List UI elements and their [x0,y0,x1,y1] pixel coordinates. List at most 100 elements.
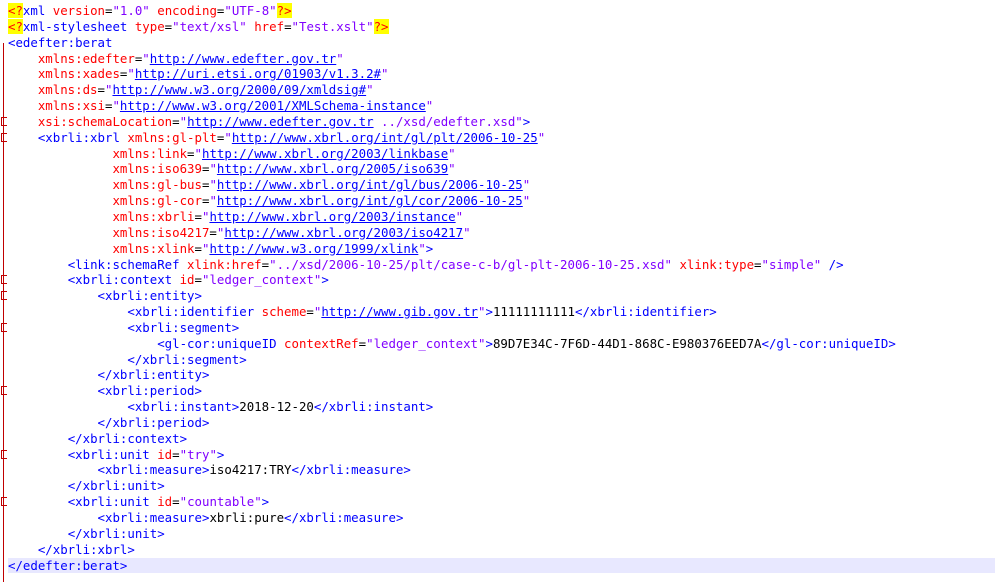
code-line[interactable]: <xbrli:unit id="countable"> [8,494,995,510]
code-line[interactable]: <xbrli:context id="ledger_context"> [8,272,995,288]
code-token: <link:schemaRef [67,256,188,272]
code-line[interactable]: <xbrli:measure>xbrli:pure</xbrli:measure… [8,510,995,526]
code-token: = [172,446,180,462]
fold-marker-icon[interactable] [1,132,7,142]
code-line[interactable]: </xbrli:segment> [8,352,995,368]
url-link[interactable]: http://uri.etsi.org/01903/v1.3.2# [135,66,381,81]
url-link[interactable]: http://www.xbrl.org/2005/iso639 [217,161,448,176]
code-token: "1.0" [112,3,150,18]
code-token: <gl-cor:uniqueID [157,335,285,351]
url-link[interactable]: http://www.xbrl.org/2003/instance [209,209,455,224]
code-line[interactable]: xmlns:edefter="http://www.edefter.gov.tr… [8,51,995,67]
code-token: </xbrli:unit> [67,478,165,494]
code-line[interactable]: xmlns:ds= "http://www.w3.org/2000/09/xmld… [8,82,995,98]
code-line[interactable]: xmlns:xbrli= "http://www.xbrl.org/2003/in… [8,209,995,225]
code-line[interactable]: xmlns:gl-bus="http://www.xbrl.org/int/gl… [8,177,995,193]
code-line[interactable]: xmlns:xades="http://uri.etsi.org/01903/v… [8,66,995,82]
code-token: </xbrli:unit> [67,525,165,541]
code-token: <xbrli:measure> [97,462,210,478]
code-token: > [485,304,493,320]
fold-gutter[interactable] [0,0,8,582]
code-line[interactable]: <edefter:berat [8,35,995,51]
code-line[interactable]: <xbrli:measure>iso4217:TRY</xbrli:measur… [8,462,995,478]
code-token: > [425,240,434,256]
code-token: xmlns:ds [37,82,98,98]
code-token: xbrli:pure [209,510,285,525]
code-token: ../xsd/edefter.xsd" [373,113,523,129]
code-token: " [425,98,434,114]
code-token: <xbrli:xbrl [37,129,128,145]
url-link[interactable]: http://www.xbrl.org/int/gl/plt/2006-10-2… [232,130,538,145]
code-token: "text/xsl" [172,18,247,34]
code-line[interactable]: xmlns:iso4217= "http://www.xbrl.org/2003/… [8,225,995,241]
code-token: "simple" [761,256,822,272]
code-line[interactable]: <xbrli:segment> [8,320,995,336]
code-line[interactable]: xmlns:iso639="http://www.xbrl.org/2005/i… [8,161,995,177]
url-link[interactable]: http://www.edefter.gov.tr [187,114,374,129]
code-line[interactable]: <xbrli:unit id="try"> [8,447,995,463]
url-link[interactable]: http://www.xbrl.org/int/gl/bus/2006-10-2… [217,177,523,192]
code-line[interactable]: </xbrli:context> [8,431,995,447]
url-link[interactable]: http://www.xbrl.org/2003/iso4217 [224,225,463,240]
code-line[interactable]: <xbrli:xbrl xmlns:gl-plt="http://www.xbr… [8,130,995,146]
code-line[interactable]: <xbrli:instant>2018-12-20</xbrli:instant… [8,399,995,415]
url-link[interactable]: http://www.xbrl.org/int/gl/cor/2006-10-2… [217,193,523,208]
code-token: <? [8,18,23,34]
code-line[interactable]: <?xml-stylesheet type="text/xsl" href="T… [8,18,995,35]
code-line[interactable]: </xbrli:xbrl> [8,542,995,558]
code-token: "Test.xslt" [291,18,374,34]
code-token: = [306,304,314,320]
url-link[interactable]: http://www.gib.gov.tr [321,304,478,319]
fold-marker-icon[interactable] [1,275,7,285]
code-line[interactable]: xmlns:xsi="http://www.w3.org/2001/XMLSch… [8,98,995,114]
fold-marker-icon[interactable] [1,449,7,459]
code-token: xlink:href [187,256,262,272]
code-line[interactable]: xmlns:xlink= "http://www.w3.org/1999/xlin… [8,241,995,257]
code-line[interactable]: </xbrli:unit> [8,526,995,542]
code-line[interactable]: <xbrli:entity> [8,288,995,304]
code-token: " [209,193,217,209]
code-token: " [179,113,188,129]
code-line[interactable]: <?xml version="1.0" encoding="UTF-8"?> [8,3,995,19]
code-line[interactable]: xsi:schemaLocation="http://www.edefter.g… [8,114,995,130]
fold-marker-icon[interactable] [1,291,7,301]
url-link[interactable]: http://www.w3.org/1999/xlink [209,241,418,256]
url-link[interactable]: http://www.w3.org/2001/XMLSchema-instanc… [120,98,426,113]
fold-marker-icon[interactable] [1,116,7,126]
url-link[interactable]: http://www.edefter.gov.tr [150,51,337,66]
url-link[interactable]: http://www.w3.org/2000/09/xmldsig# [112,82,366,97]
code-line[interactable]: <xbrli:period> [8,383,995,399]
code-line[interactable]: <gl-cor:uniqueID contextRef="ledger_cont… [8,336,995,352]
code-line[interactable]: <xbrli:identifier scheme="http://www.gib… [8,304,995,320]
code-line[interactable]: <link:schemaRef xlink:href="../xsd/2006-… [8,257,995,273]
code-token: = [194,272,202,288]
code-lines[interactable]: <?xml version="1.0" encoding="UTF-8"?> <?… [8,3,995,574]
code-token: xmlns:edefter [37,50,135,66]
code-line[interactable]: </xbrli:unit> [8,478,995,494]
code-token: > [485,335,493,351]
fold-marker-icon[interactable] [1,386,7,396]
code-token: " [224,129,232,145]
code-editor[interactable]: <?xml version="1.0" encoding="UTF-8"?> <?… [0,0,995,582]
code-token: ?> [276,3,292,18]
fold-marker-icon[interactable] [1,497,7,507]
code-line[interactable]: </xbrli:period> [8,415,995,431]
code-line[interactable]: </edefter:berat> [8,557,995,574]
code-token: " [127,66,135,82]
code-token: "../xsd/2006-10-25/plt/case-c-b/gl-plt-2… [269,256,672,272]
url-link[interactable]: http://www.xbrl.org/2003/linkbase [202,146,448,161]
fold-marker-icon[interactable] [1,323,7,332]
code-token: " [209,161,217,177]
code-line[interactable]: xmlns:gl-cor="http://www.xbrl.org/int/gl… [8,193,995,209]
code-line[interactable]: xmlns:link="http://www.xbrl.org/2003/lin… [8,146,995,162]
code-token: </xbrli:measure> [291,462,411,478]
code-line[interactable]: </xbrli:entity> [8,367,995,383]
